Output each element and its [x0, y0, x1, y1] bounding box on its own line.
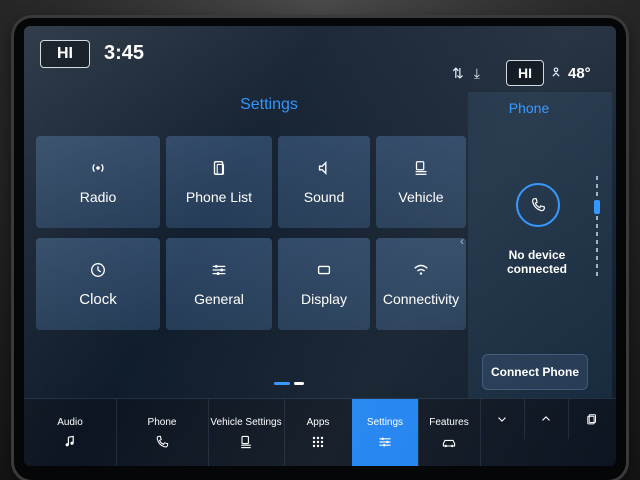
bottom-navigation: Audio Phone Vehicle Settings Apps Settin… — [24, 398, 616, 466]
nav-settings[interactable]: Settings — [352, 399, 419, 466]
tile-clock-label: Clock — [79, 290, 117, 308]
clock-icon — [91, 262, 105, 277]
page-indicator — [274, 382, 314, 388]
tile-general[interactable]: General — [166, 238, 272, 330]
nav-features[interactable]: Features — [418, 399, 481, 466]
phone-panel-title: Phone — [508, 100, 550, 116]
settings-title: Settings — [240, 96, 298, 113]
nav-expand-up[interactable] — [524, 399, 569, 439]
left-climate-hi-badge[interactable]: HI — [40, 40, 90, 68]
settings-sliders-icon — [379, 437, 391, 446]
nav-collapse-down[interactable] — [480, 399, 525, 439]
outside-temperature: 48° — [548, 62, 612, 84]
tile-clock[interactable]: Clock — [36, 238, 160, 330]
phone-panel-scroll-thumb[interactable] — [594, 200, 600, 214]
no-device-status: No device connected — [506, 248, 567, 276]
nav-multitask[interactable] — [568, 399, 616, 439]
nav-vehicle-settings-label: Vehicle Settings — [210, 416, 282, 428]
vehicle-settings-icon — [415, 161, 427, 175]
panel-collapse-chevron-icon[interactable]: ‹ — [460, 234, 468, 248]
wifi-icon — [414, 264, 428, 275]
settings-grid: Radio Phone List Sound Vehicle Clock Gen… — [36, 136, 476, 386]
tile-phone-list-label: Phone List — [185, 189, 253, 205]
phone-panel-scroll-track[interactable] — [596, 176, 598, 276]
music-note-icon — [65, 435, 74, 446]
display-icon — [317, 265, 331, 275]
speaker-icon — [318, 160, 327, 176]
nav-audio-label: Audio — [57, 416, 83, 428]
phone-handset-icon — [532, 198, 545, 212]
phone-panel: Phone No device connected Connect Phone — [468, 92, 612, 406]
nav-features-label: Features — [429, 416, 469, 428]
nav-phone[interactable]: Phone — [116, 399, 209, 466]
nav-settings-label: Settings — [366, 416, 404, 428]
tile-connectivity-label: Connectivity — [382, 291, 460, 307]
status-icons: ⇅ ⤓ — [452, 62, 502, 84]
tile-radio[interactable]: Radio — [36, 136, 160, 228]
outside-temperature-value: 48° — [568, 64, 591, 82]
stacked-windows-icon — [587, 414, 596, 425]
tile-connectivity[interactable]: Connectivity — [376, 238, 466, 330]
status-bar: HI 3:45 ⇅ ⤓ HI 48° — [24, 26, 616, 86]
right-climate-hi-badge[interactable]: HI — [506, 60, 544, 86]
tile-radio-label: Radio — [79, 189, 117, 205]
nav-vehicle-settings[interactable]: Vehicle Settings — [208, 399, 285, 466]
nav-phone-label: Phone — [147, 416, 177, 428]
tile-phone-list[interactable]: Phone List — [166, 136, 272, 228]
phone-icon — [516, 183, 560, 227]
signal-updown-icon: ⇅ — [452, 64, 464, 81]
chevron-up-icon — [542, 416, 550, 421]
clock-time: 3:45 — [104, 42, 145, 64]
tile-vehicle[interactable]: Vehicle — [376, 136, 466, 228]
features-car-icon — [442, 439, 456, 447]
tile-general-label: General — [194, 291, 244, 307]
tile-display[interactable]: Display — [278, 238, 370, 330]
radio-signal-icon — [92, 163, 104, 173]
apps-grid-icon — [312, 436, 324, 447]
page-indicator-inactive — [294, 382, 304, 385]
tile-vehicle-label: Vehicle — [398, 189, 444, 205]
vehicle-settings-nav-icon — [241, 435, 251, 448]
tile-sound[interactable]: Sound — [278, 136, 370, 228]
chevron-down-icon — [498, 417, 506, 422]
phone-list-icon — [213, 161, 225, 175]
page-indicator-active — [274, 382, 290, 385]
connect-phone-button[interactable]: Connect Phone — [482, 354, 588, 390]
infotainment-screen: HI 3:45 ⇅ ⤓ HI 48° Settings Radio Phone … — [24, 26, 616, 466]
download-icon: ⤓ — [473, 64, 480, 81]
nav-audio[interactable]: Audio — [24, 399, 117, 466]
nav-apps[interactable]: Apps — [284, 399, 353, 466]
sliders-icon — [212, 264, 226, 276]
nav-apps-label: Apps — [306, 416, 330, 428]
tile-sound-label: Sound — [303, 189, 345, 205]
outside-temperature-icon — [552, 67, 560, 77]
tile-display-label: Display — [301, 291, 347, 307]
nav-phone-icon — [156, 435, 169, 448]
